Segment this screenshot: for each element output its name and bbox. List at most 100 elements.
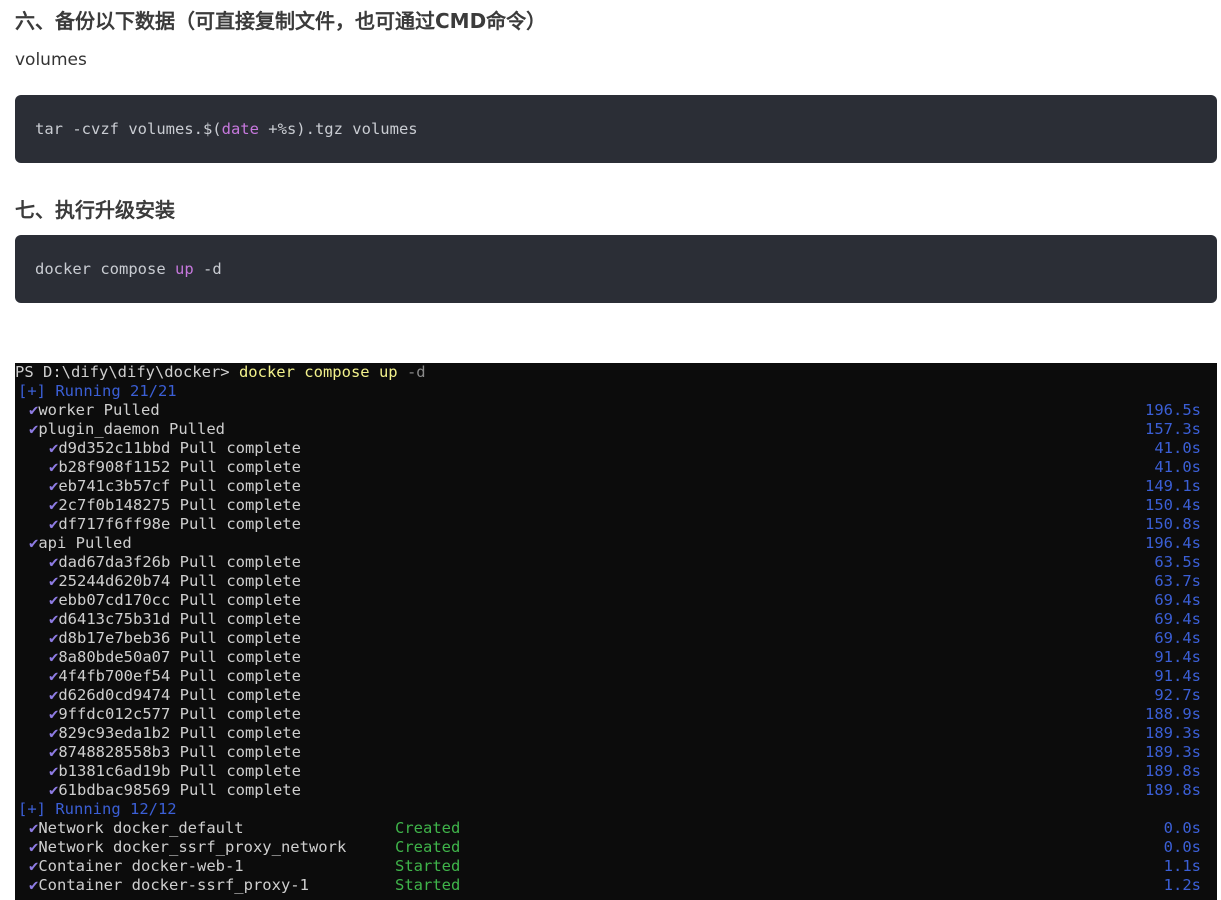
resource-label: Network docker_default	[38, 819, 244, 837]
pull-label: 8748828558b3 Pull complete	[58, 743, 301, 761]
pull-label: b28f908f1152 Pull complete	[58, 458, 301, 476]
prompt-command: docker compose up	[238, 363, 398, 381]
terminal-pull-row: ✔d6413c75b31d Pull complete 69.4s	[15, 610, 1217, 629]
elapsed-time: 63.7s	[1154, 572, 1201, 590]
terminal-pull-row: ✔dad67da3f26b Pull complete 63.5s	[15, 553, 1217, 572]
check-icon: ✔	[49, 705, 59, 723]
check-icon: ✔	[29, 857, 39, 875]
terminal-pull-row: ✔api Pulled 196.4s	[15, 534, 1217, 553]
article-page: 六、备份以下数据（可直接复制文件，也可通过CMD命令） volumes tar …	[0, 0, 1221, 900]
elapsed-time: 157.3s	[1145, 420, 1201, 438]
check-icon: ✔	[49, 553, 59, 571]
start-list: ✔Network docker_default Created 0.0s ✔Netwo…	[15, 819, 1217, 895]
pull-label: d6413c75b31d Pull complete	[58, 610, 301, 628]
backup-code-block[interactable]: tar -cvzf volumes.$(date +%s).tgz volume…	[15, 95, 1217, 163]
elapsed-time: 92.7s	[1154, 686, 1201, 704]
code-text: tar -cvzf volumes.$(	[35, 120, 222, 138]
terminal-start-row: ✔Network docker_default Created 0.0s	[15, 819, 1217, 838]
elapsed-time: 149.1s	[1145, 477, 1201, 495]
pull-label: d8b17e7beb36 Pull complete	[58, 629, 301, 647]
check-icon: ✔	[29, 838, 39, 856]
elapsed-time: 69.4s	[1154, 629, 1201, 647]
terminal-pull-row: ✔2c7f0b148275 Pull complete 150.4s	[15, 496, 1217, 515]
code-keyword: date	[221, 120, 259, 138]
check-icon: ✔	[49, 762, 59, 780]
code-text: +%s).tgz volumes	[258, 120, 418, 138]
terminal-start-row: ✔Container docker-ssrf_proxy-1 Started 1.2…	[15, 876, 1217, 895]
pull-label: d9d352c11bbd Pull complete	[58, 439, 301, 457]
check-icon: ✔	[49, 667, 59, 685]
pull-label: eb741c3b57cf Pull complete	[58, 477, 301, 495]
pull-label: ebb07cd170cc Pull complete	[58, 591, 301, 609]
elapsed-time: 69.4s	[1154, 591, 1201, 609]
elapsed-time: 150.4s	[1145, 496, 1201, 514]
elapsed-time: 1.2s	[1163, 876, 1201, 894]
pull-label: b1381c6ad19b Pull complete	[58, 762, 301, 780]
elapsed-time: 189.3s	[1145, 743, 1201, 761]
section-seven-heading: 七、执行升级安装	[15, 198, 175, 222]
elapsed-time: 91.4s	[1154, 648, 1201, 666]
pull-label: dad67da3f26b Pull complete	[58, 553, 301, 571]
terminal-pull-row: ✔9ffdc012c577 Pull complete 188.9s	[15, 705, 1217, 724]
elapsed-time: 189.3s	[1145, 724, 1201, 742]
elapsed-time: 189.8s	[1145, 781, 1201, 799]
terminal-pull-row: ✔4f4fb700ef54 Pull complete 91.4s	[15, 667, 1217, 686]
terminal-pull-row: ✔ebb07cd170cc Pull complete 69.4s	[15, 591, 1217, 610]
section-six-heading: 六、备份以下数据（可直接复制文件，也可通过CMD命令）	[15, 9, 547, 33]
resource-label: Network docker_ssrf_proxy_network	[38, 838, 347, 856]
terminal-pull-row: ✔worker Pulled 196.5s	[15, 401, 1217, 420]
elapsed-time: 91.4s	[1154, 667, 1201, 685]
terminal-pull-row: ✔25244d620b74 Pull complete 63.7s	[15, 572, 1217, 591]
resource-label: Container docker-web-1	[38, 857, 244, 875]
elapsed-time: 196.5s	[1145, 401, 1201, 419]
check-icon: ✔	[49, 781, 59, 799]
elapsed-time: 189.8s	[1145, 762, 1201, 780]
elapsed-time: 69.4s	[1154, 610, 1201, 628]
pull-label: api Pulled	[38, 534, 132, 552]
elapsed-time: 196.4s	[1145, 534, 1201, 552]
pull-label: 2c7f0b148275 Pull complete	[58, 496, 301, 514]
elapsed-time: 41.0s	[1154, 439, 1201, 457]
check-icon: ✔	[29, 819, 39, 837]
check-icon: ✔	[29, 876, 39, 894]
prompt-flag: -d	[397, 363, 426, 381]
check-icon: ✔	[49, 743, 59, 761]
pull-label: 4f4fb700ef54 Pull complete	[58, 667, 301, 685]
check-icon: ✔	[49, 496, 59, 514]
pull-list: ✔worker Pulled 196.5s ✔plugin_daemon Pulle…	[15, 401, 1217, 800]
upgrade-code-block[interactable]: docker compose up -d	[15, 235, 1217, 303]
pull-label: d626d0cd9474 Pull complete	[58, 686, 301, 704]
check-icon: ✔	[29, 420, 39, 438]
check-icon: ✔	[29, 401, 39, 419]
code-text: -d	[193, 260, 222, 278]
check-icon: ✔	[49, 515, 59, 533]
check-icon: ✔	[49, 477, 59, 495]
pull-label: 829c93eda1b2 Pull complete	[58, 724, 301, 742]
pull-label: 9ffdc012c577 Pull complete	[58, 705, 301, 723]
pull-label: df717f6ff98e Pull complete	[58, 515, 301, 533]
elapsed-time: 63.5s	[1154, 553, 1201, 571]
resource-status: Started	[395, 857, 461, 875]
terminal-pull-row: ✔plugin_daemon Pulled 157.3s	[15, 420, 1217, 439]
elapsed-time: 150.8s	[1145, 515, 1201, 533]
terminal-start-row: ✔Container docker-web-1 Started 1.1s	[15, 857, 1217, 876]
resource-status: Started	[395, 876, 461, 894]
running-status-line: [+] Running 21/21	[18, 382, 177, 400]
code-text: docker compose	[35, 260, 175, 278]
terminal-pull-row: ✔8748828558b3 Pull complete 189.3s	[15, 743, 1217, 762]
check-icon: ✔	[49, 591, 59, 609]
check-icon: ✔	[29, 534, 39, 552]
pull-label: 8a80bde50a07 Pull complete	[58, 648, 301, 666]
prompt-path: PS D:\dify\dify\docker>	[15, 363, 239, 381]
pull-label: worker Pulled	[38, 401, 160, 419]
terminal-pull-row: ✔df717f6ff98e Pull complete 150.8s	[15, 515, 1217, 534]
code-keyword: up	[174, 260, 194, 278]
running-status-line: [+] Running 12/12	[18, 800, 177, 818]
check-icon: ✔	[49, 458, 59, 476]
resource-status: Created	[395, 838, 461, 856]
terminal-pull-row: ✔d626d0cd9474 Pull complete 92.7s	[15, 686, 1217, 705]
pull-label: 61bdbac98569 Pull complete	[58, 781, 301, 799]
terminal-start-row: ✔Network docker_ssrf_proxy_network Create…	[15, 838, 1217, 857]
resource-status: Created	[395, 819, 461, 837]
elapsed-time: 188.9s	[1145, 705, 1201, 723]
